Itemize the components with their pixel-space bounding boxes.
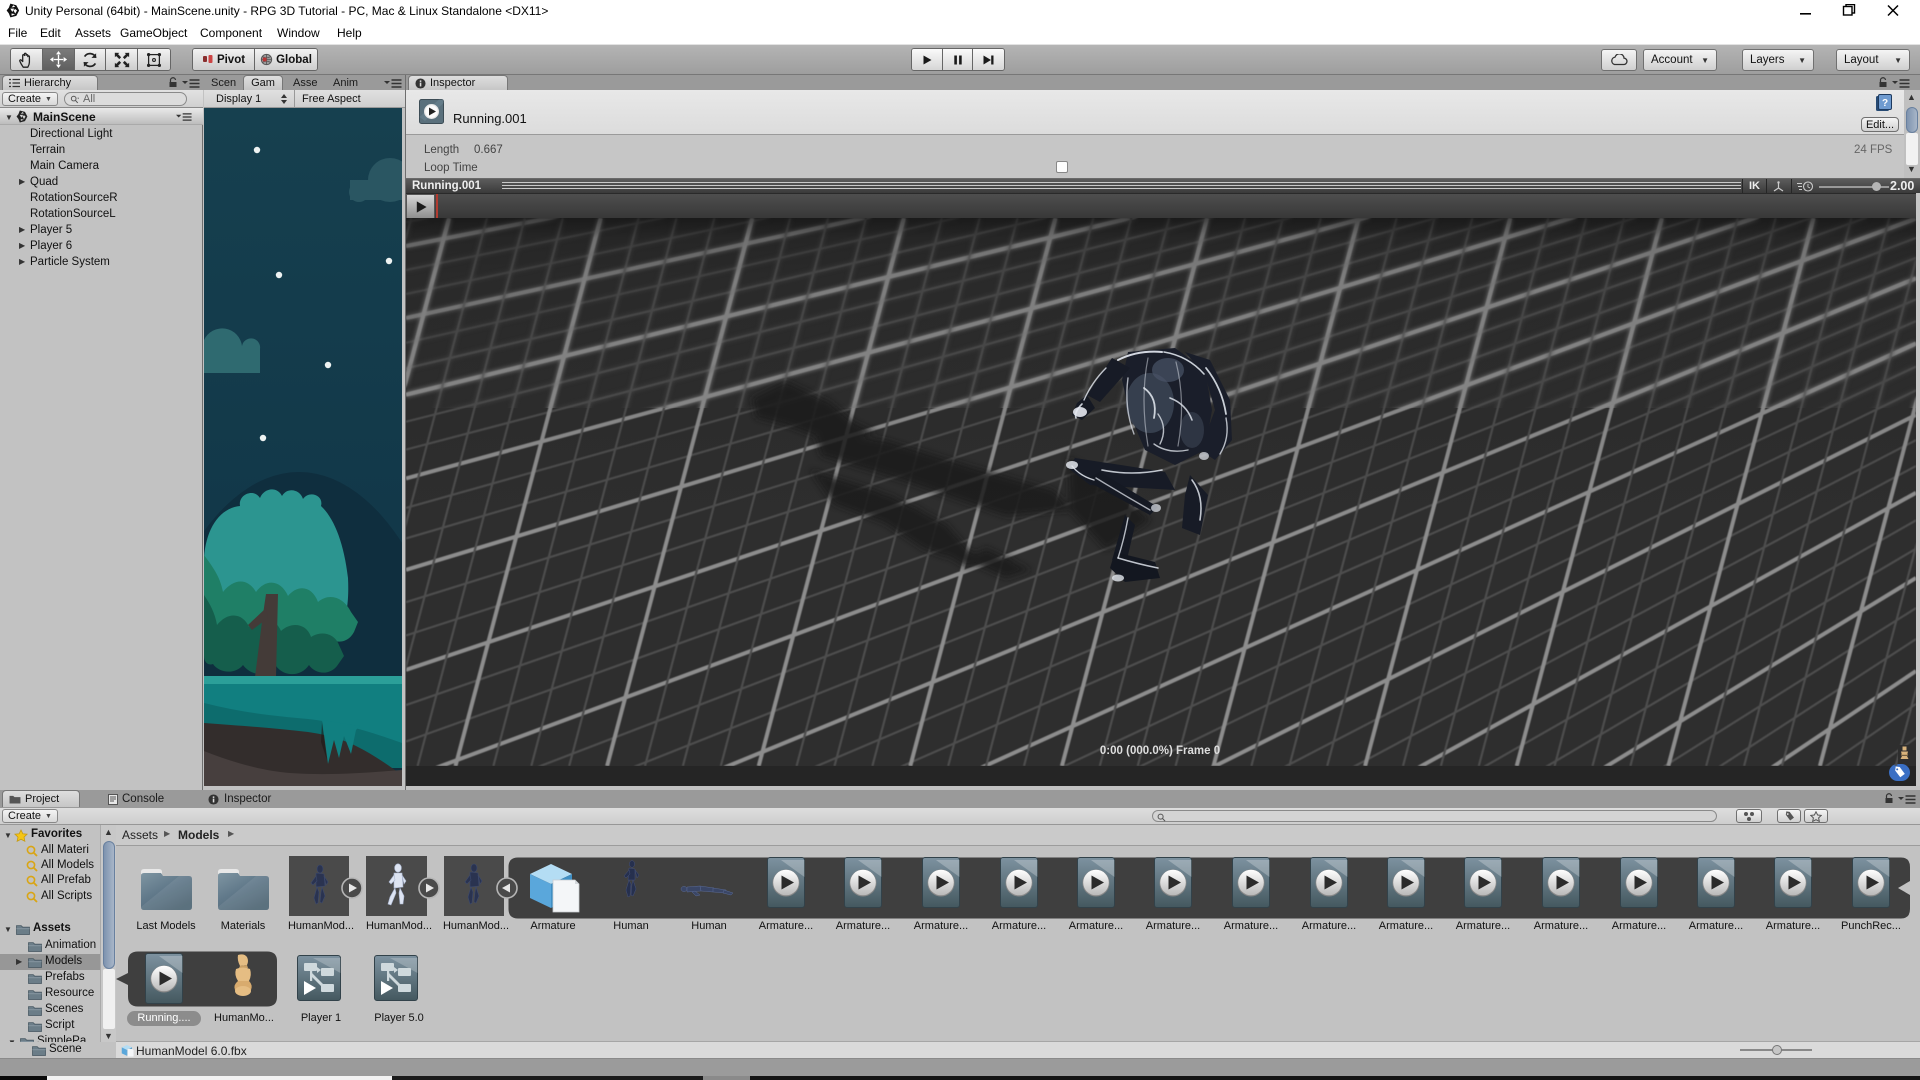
svg-text:?: ? xyxy=(1882,98,1888,109)
svg-text:0:00 (000.0%) Frame 0: 0:00 (000.0%) Frame 0 xyxy=(1100,745,1220,757)
